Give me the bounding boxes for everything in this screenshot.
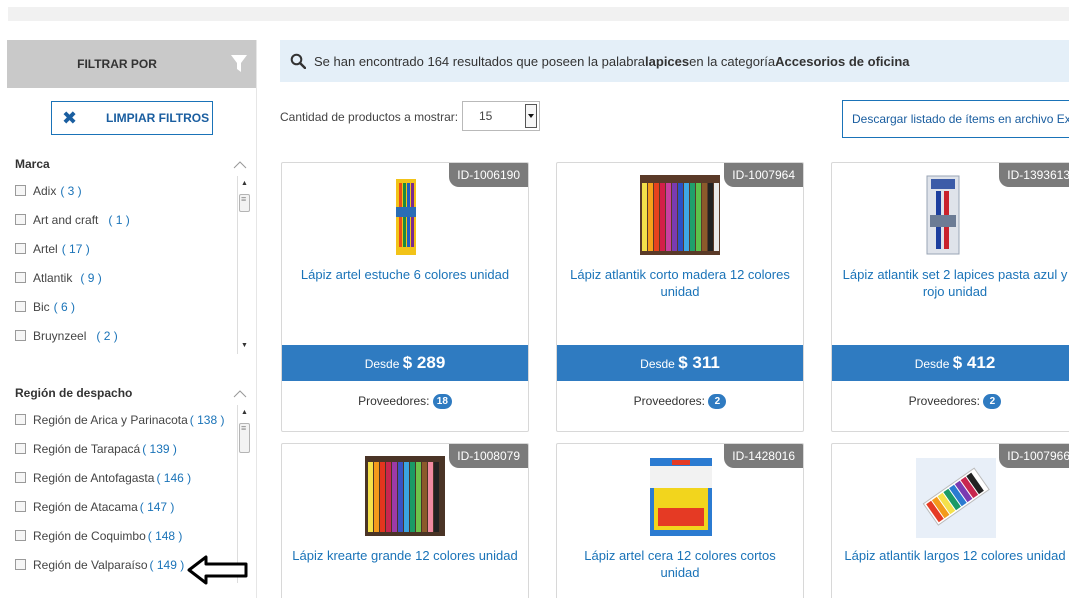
checkbox[interactable]	[15, 501, 26, 512]
product-card[interactable]: ID-1007966 Lápiz atlantik largos 12 colo…	[831, 443, 1069, 598]
search-category: Accesorios de oficina	[775, 53, 910, 69]
product-title[interactable]: Lápiz atlantik set 2 lapices pasta azul …	[838, 266, 1069, 300]
checkbox[interactable]	[15, 443, 26, 454]
brand-option[interactable]: Bruynzeel( 2 )	[7, 321, 257, 350]
product-image[interactable]	[640, 175, 720, 255]
product-image[interactable]	[365, 456, 445, 536]
brand-option[interactable]: Art and craft( 1 )	[7, 205, 257, 234]
search-keyword: lapices	[645, 53, 690, 69]
brand-section-title: Marca	[15, 157, 50, 171]
product-card[interactable]: ID-1007964 Lápiz atlantik corto madera 1…	[556, 162, 804, 432]
filter-header: FILTRAR POR	[7, 40, 256, 88]
product-title[interactable]: Lápiz artel estuche 6 colores unidad	[288, 266, 522, 283]
download-excel-button[interactable]: Descargar listado de ítems en archivo Ex…	[842, 100, 1069, 138]
qty-value: 15	[479, 109, 493, 123]
product-card[interactable]: ID-1006190 Lápiz artel estuche 6 colores…	[281, 162, 529, 432]
scroll-thumb[interactable]	[239, 423, 250, 453]
product-card[interactable]: ID-1393613 Lápiz atlantik set 2 lapices …	[831, 162, 1069, 432]
product-price: Desde $ 289	[282, 345, 528, 381]
checkbox[interactable]	[15, 214, 26, 225]
scroll-up-icon[interactable]: ▲	[240, 180, 249, 188]
product-card[interactable]: ID-1428016 Lápiz artel cera 12 colores c…	[556, 443, 804, 598]
results-text-middle: en la categoría	[689, 53, 776, 69]
brand-option[interactable]: Adix( 3 )	[7, 176, 257, 205]
product-price: Desde $ 311	[557, 345, 803, 381]
product-title[interactable]: Lápiz atlantik corto madera 12 colores u…	[563, 266, 797, 300]
region-option[interactable]: Región de Arica y Parinacota( 138 )	[7, 405, 257, 434]
qty-select[interactable]: 15	[462, 101, 540, 131]
region-option[interactable]: Región de Atacama( 147 )	[7, 492, 257, 521]
search-icon	[290, 53, 306, 69]
product-title[interactable]: Lápiz atlantik largos 12 colores unidad	[838, 547, 1069, 564]
brand-option[interactable]: Atlantik( 9 )	[7, 263, 257, 292]
product-id-tag: ID-1006190	[449, 163, 528, 187]
qty-label: Cantidad de productos a mostrar:	[280, 110, 459, 124]
checkbox[interactable]	[15, 272, 26, 283]
checkbox[interactable]	[15, 530, 26, 541]
product-providers: Proveedores: 2	[557, 394, 803, 410]
product-price: Desde $ 412	[832, 345, 1069, 381]
scroll-thumb[interactable]	[239, 194, 250, 212]
brand-list: Adix( 3 ) Art and craft( 1 ) Artel( 17 )…	[7, 176, 257, 350]
checkbox[interactable]	[15, 414, 26, 425]
top-bar	[8, 7, 1069, 21]
brand-option[interactable]: Bic( 6 )	[7, 292, 257, 321]
checkbox[interactable]	[15, 301, 26, 312]
product-id-tag: ID-1428016	[724, 444, 803, 468]
product-image[interactable]	[926, 175, 960, 255]
filter-sidebar: FILTRAR POR ✖ LIMPIAR FILTROS Marca Adix…	[7, 40, 257, 598]
product-image[interactable]	[916, 458, 996, 538]
scroll-up-icon[interactable]: ▲	[240, 409, 249, 417]
product-title[interactable]: Lápiz krearte grande 12 colores unidad	[288, 547, 522, 564]
checkbox[interactable]	[15, 330, 26, 341]
checkbox[interactable]	[15, 185, 26, 196]
clear-filters-label: LIMPIAR FILTROS	[106, 111, 210, 125]
chevron-up-icon[interactable]	[233, 389, 247, 399]
chevron-up-icon[interactable]	[233, 160, 247, 170]
left-arrow-icon	[187, 555, 248, 585]
product-providers: Proveedores: 2	[832, 394, 1069, 410]
providers-badge[interactable]: 2	[708, 394, 727, 410]
close-icon: ✖	[62, 108, 78, 128]
filter-title: FILTRAR POR	[77, 57, 157, 71]
region-option[interactable]: Región de Coquimbo( 148 )	[7, 521, 257, 550]
product-card[interactable]: ID-1008079 Lápiz krearte grande 12 color…	[281, 443, 529, 598]
brand-scrollbar[interactable]: ▲ ▼	[237, 176, 251, 354]
chevron-down-icon[interactable]	[525, 104, 537, 128]
product-image[interactable]	[394, 177, 418, 257]
providers-badge[interactable]: 18	[432, 394, 452, 410]
product-image[interactable]	[650, 458, 712, 536]
product-id-tag: ID-1393613	[999, 163, 1069, 187]
results-text: Se han encontrado 164 resultados que pos…	[314, 53, 646, 69]
checkbox[interactable]	[15, 243, 26, 254]
checkbox[interactable]	[15, 559, 26, 570]
product-id-tag: ID-1007966	[999, 444, 1069, 468]
scroll-down-icon[interactable]: ▼	[240, 342, 249, 350]
product-providers: Proveedores: 18	[282, 394, 528, 410]
region-option[interactable]: Región de Antofagasta( 146 )	[7, 463, 257, 492]
clear-filters-button[interactable]: ✖ LIMPIAR FILTROS	[51, 101, 213, 135]
product-id-tag: ID-1008079	[449, 444, 528, 468]
region-section-title: Región de despacho	[15, 386, 133, 400]
region-option[interactable]: Región de Tarapacá( 139 )	[7, 434, 257, 463]
search-results-bar: Se han encontrado 164 resultados que pos…	[280, 40, 1069, 82]
providers-badge[interactable]: 2	[983, 394, 1002, 410]
funnel-icon	[231, 55, 247, 72]
brand-option[interactable]: Artel( 17 )	[7, 234, 257, 263]
checkbox[interactable]	[15, 472, 26, 483]
download-excel-label: Descargar listado de ítems en archivo Ex…	[852, 112, 1069, 126]
product-id-tag: ID-1007964	[724, 163, 803, 187]
product-title[interactable]: Lápiz artel cera 12 colores cortos unida…	[563, 547, 797, 581]
